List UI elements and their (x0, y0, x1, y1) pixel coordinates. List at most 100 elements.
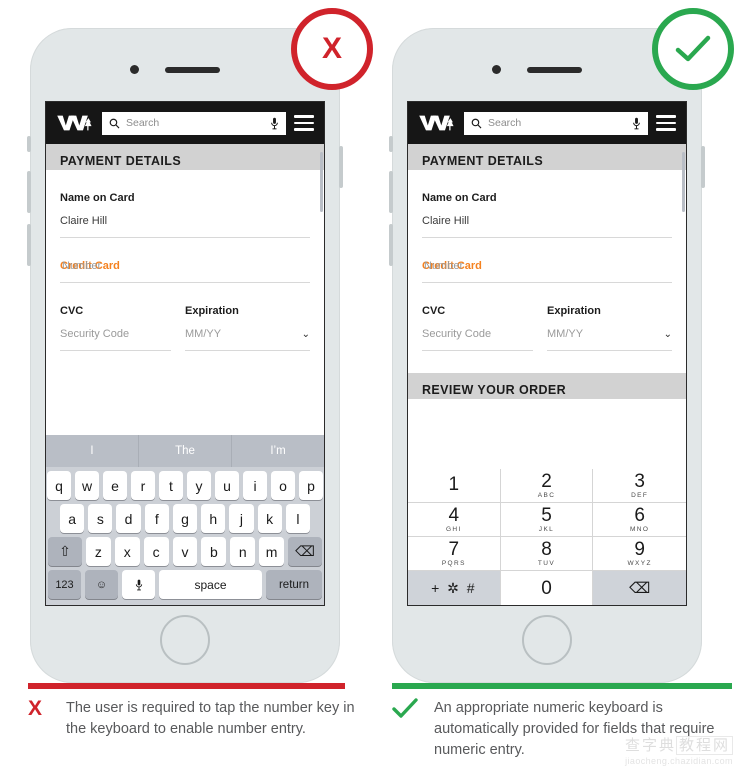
scrollbar-thumb[interactable] (320, 152, 323, 212)
key-s[interactable]: s (88, 504, 113, 533)
numkey-6[interactable]: 6 MNO (593, 503, 686, 537)
section-title: PAYMENT DETAILS (422, 154, 544, 168)
suggestion-item[interactable]: I (46, 435, 139, 467)
microphone-icon[interactable] (270, 117, 279, 130)
field-name-on-card[interactable]: Name on Card Claire Hill (422, 170, 672, 237)
numkey-symbols[interactable]: + ✲ # (408, 571, 501, 605)
numkey-9[interactable]: 9 WXYZ (593, 537, 686, 571)
key-e[interactable]: e (103, 471, 127, 500)
numeric-switch-key[interactable]: 123 (48, 570, 81, 599)
microphone-icon[interactable] (632, 117, 641, 130)
key-q[interactable]: q (47, 471, 71, 500)
field-label: Name on Card (60, 192, 135, 204)
section-header-review-order: REVIEW YOUR ORDER (408, 373, 686, 399)
key-p[interactable]: p (299, 471, 323, 500)
volume-up-button[interactable] (389, 171, 393, 213)
volume-down-button[interactable] (27, 224, 31, 266)
numkey-3[interactable]: 3 DEF (593, 469, 686, 503)
key-v[interactable]: v (172, 537, 198, 566)
caption-correct: An appropriate numeric keyboard is autom… (392, 698, 737, 761)
key-b[interactable]: b (201, 537, 227, 566)
numkey-2[interactable]: 2 ABC (500, 469, 594, 503)
power-button[interactable] (339, 146, 343, 188)
key-y[interactable]: y (187, 471, 211, 500)
key-a[interactable]: a (60, 504, 85, 533)
key-z[interactable]: z (86, 537, 111, 566)
volume-down-button[interactable] (389, 224, 393, 266)
power-button[interactable] (701, 146, 705, 188)
home-button[interactable] (160, 615, 210, 665)
status-badge-correct (652, 8, 734, 90)
field-credit-card[interactable]: Credit Card Number (60, 238, 310, 282)
key-k[interactable]: k (257, 504, 282, 533)
section-title: REVIEW YOUR ORDER (422, 383, 567, 397)
section-header-payment-details: PAYMENT DETAILS (46, 144, 324, 170)
key-m[interactable]: m (259, 537, 285, 566)
chevron-down-icon[interactable]: ⌄ (664, 329, 672, 350)
shift-key-icon[interactable]: ⇧ (48, 537, 82, 566)
key-u[interactable]: u (215, 471, 239, 500)
front-camera-icon (130, 65, 139, 74)
field-name-on-card[interactable]: Name on Card Claire Hill (60, 170, 310, 237)
field-row-cvc-expiration: CVC Security Code Expiration MM/YY ⌄ (422, 283, 672, 351)
chevron-down-icon[interactable]: ⌄ (302, 329, 310, 350)
field-credit-card[interactable]: Credit Card Number (422, 238, 672, 282)
numkey-8[interactable]: 8 TUV (500, 537, 594, 571)
numkey-7[interactable]: 7 PQRS (408, 537, 501, 571)
brand-logo-icon[interactable] (418, 112, 456, 134)
return-key[interactable]: return (266, 570, 322, 599)
key-f[interactable]: f (144, 504, 169, 533)
field-placeholder: MM/YY (185, 328, 222, 340)
suggestion-item[interactable]: The (139, 435, 232, 467)
home-button[interactable] (522, 615, 572, 665)
brand-logo-icon[interactable] (56, 112, 94, 134)
key-x[interactable]: x (114, 537, 140, 566)
key-o[interactable]: o (271, 471, 295, 500)
volume-up-button[interactable] (27, 171, 31, 213)
key-n[interactable]: n (230, 537, 256, 566)
silent-switch[interactable] (27, 136, 31, 152)
dictation-mic-key-icon[interactable] (122, 570, 155, 599)
key-g[interactable]: g (172, 504, 198, 533)
field-cvc[interactable]: CVC Security Code (422, 283, 547, 351)
key-l[interactable]: l (285, 504, 310, 533)
search-icon (109, 118, 120, 128)
numkey-digit: 4 (448, 504, 460, 526)
key-h[interactable]: h (201, 504, 226, 533)
key-d[interactable]: d (116, 504, 141, 533)
field-expiration[interactable]: Expiration MM/YY ⌄ (185, 283, 310, 351)
key-i[interactable]: i (243, 471, 267, 500)
numkey-0[interactable]: 0 (500, 571, 594, 605)
key-r[interactable]: r (131, 471, 155, 500)
search-icon (471, 118, 482, 128)
key-c[interactable]: c (143, 537, 169, 566)
field-cvc[interactable]: CVC Security Code (60, 283, 185, 351)
scrollbar-thumb[interactable] (682, 152, 685, 212)
phone-screen-good: Search PAYMENT DETAILS Name on Card Clai… (407, 101, 687, 606)
key-t[interactable]: t (159, 471, 183, 500)
accent-bar-correct (392, 683, 732, 689)
numkey-5[interactable]: 5 JKL (500, 503, 594, 537)
silent-switch[interactable] (389, 136, 393, 152)
hamburger-menu-icon[interactable] (656, 115, 676, 131)
numkey-1[interactable]: 1 (408, 469, 501, 503)
caption-text: The user is required to tap the number k… (66, 700, 355, 737)
emoji-key-icon[interactable]: ☺ (85, 570, 118, 599)
phone-frame-good-example: Search PAYMENT DETAILS Name on Card Clai… (389, 28, 705, 683)
hamburger-menu-icon[interactable] (294, 115, 314, 131)
earpiece-speaker (165, 67, 220, 73)
search-placeholder-text: Search (126, 117, 160, 129)
search-input[interactable]: Search (102, 111, 286, 135)
numkey-4[interactable]: 4 GHI (408, 503, 501, 537)
search-input[interactable]: Search (464, 111, 648, 135)
numkey-digit: 5 (541, 504, 552, 526)
field-expiration[interactable]: Expiration MM/YY ⌄ (547, 283, 672, 351)
key-j[interactable]: j (229, 504, 254, 533)
backspace-key-icon[interactable]: ⌫ (288, 537, 323, 566)
key-w[interactable]: w (75, 471, 99, 500)
field-value: Claire Hill (422, 215, 470, 227)
caption-incorrect: X The user is required to tap the number… (28, 698, 358, 740)
numkey-backspace-icon[interactable]: ⌫ (593, 571, 686, 605)
suggestion-item[interactable]: I’m (232, 435, 324, 467)
space-key[interactable]: space (159, 570, 262, 599)
